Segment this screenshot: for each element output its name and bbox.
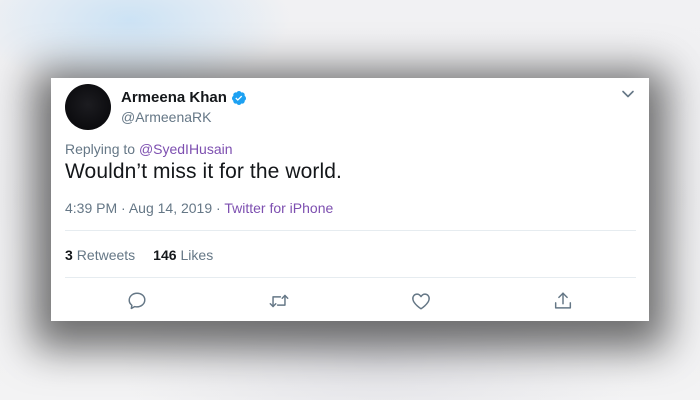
retweets-count: 3 (65, 247, 73, 263)
divider (65, 230, 636, 231)
tweet-time[interactable]: 4:39 PM (65, 200, 117, 216)
author-name-row: Armeena Khan (121, 89, 247, 106)
tweet-card: Armeena Khan @ArmeenaRK Replying to @Sye… (51, 78, 649, 321)
tweet-text: Wouldn’t miss it for the world. (65, 160, 342, 183)
reply-to-handle-link[interactable]: @SyedIHusain (139, 141, 233, 157)
retweets-label: Retweets (76, 247, 136, 263)
likes-stat[interactable]: 146 Likes (153, 247, 213, 263)
replying-to-line: Replying to @SyedIHusain (65, 141, 233, 157)
author-display-name[interactable]: Armeena Khan (121, 89, 227, 106)
likes-label: Likes (180, 247, 214, 263)
avatar[interactable] (65, 84, 111, 130)
retweet-button[interactable] (268, 290, 290, 312)
verified-badge-icon (231, 90, 247, 106)
reply-icon (128, 292, 146, 310)
tweet-meta: 4:39 PM · Aug 14, 2019 · Twitter for iPh… (65, 200, 333, 216)
retweet-icon (269, 294, 289, 308)
like-button[interactable] (410, 290, 432, 312)
replying-to-label: Replying to (65, 141, 136, 157)
meta-separator: · (121, 200, 126, 216)
tweet-source-link[interactable]: Twitter for iPhone (224, 200, 333, 216)
tweet-date[interactable]: Aug 14, 2019 (129, 200, 212, 216)
divider (65, 277, 636, 278)
share-button[interactable] (552, 290, 574, 312)
meta-separator: · (216, 200, 221, 216)
like-icon (412, 293, 430, 310)
author-handle[interactable]: @ArmeenaRK (121, 109, 211, 125)
share-icon (554, 292, 572, 309)
tweet-stats: 3 Retweets 146 Likes (65, 247, 213, 263)
chevron-down-icon[interactable] (621, 87, 635, 101)
reply-button[interactable] (126, 290, 148, 312)
likes-count: 146 (153, 247, 177, 263)
retweets-stat[interactable]: 3 Retweets (65, 247, 135, 263)
